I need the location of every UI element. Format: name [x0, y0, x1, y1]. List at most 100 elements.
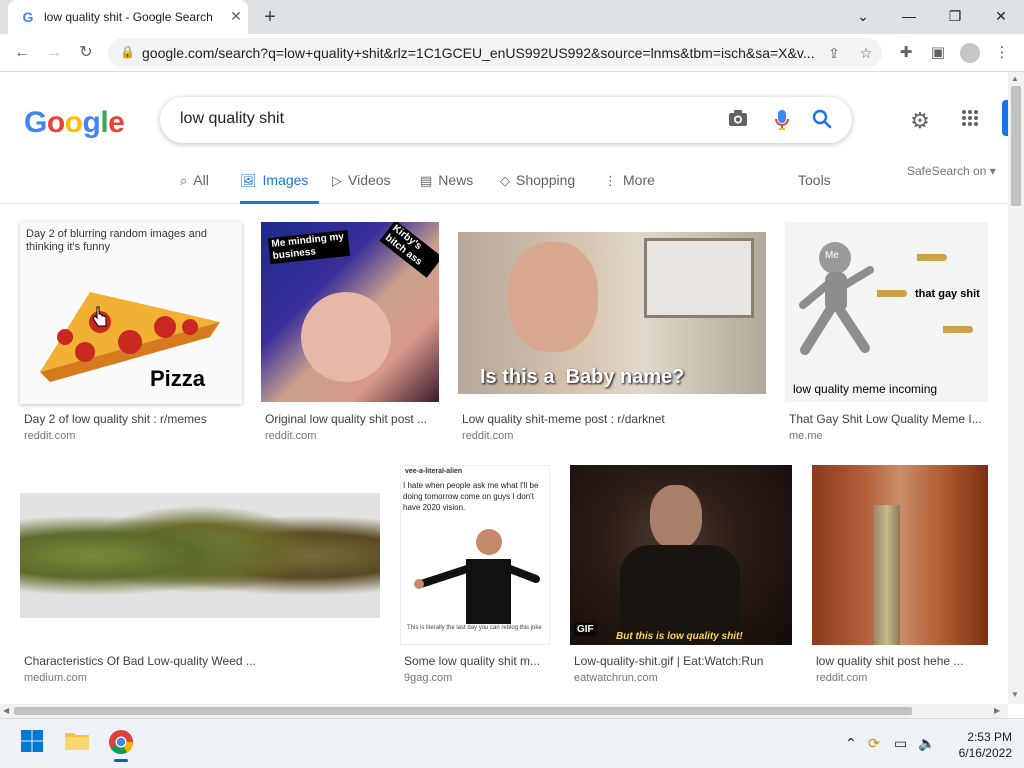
- horizontal-scrollbar[interactable]: ◀ ▶: [0, 704, 1008, 718]
- play-icon: ▷: [332, 173, 342, 188]
- result-source[interactable]: reddit.com: [265, 430, 316, 442]
- result-thumbnail[interactable]: Day 2 of blurring random images and thin…: [20, 222, 242, 404]
- result-source[interactable]: reddit.com: [462, 430, 513, 442]
- scroll-down-icon[interactable]: ▼: [1011, 690, 1019, 699]
- sync-icon[interactable]: ⟳: [868, 735, 880, 752]
- result-thumbnail[interactable]: GIF But this is low quality shit!: [570, 465, 792, 645]
- result-source[interactable]: 9gag.com: [404, 672, 452, 684]
- result-thumbnail[interactable]: Me that gay shit low quality meme incomi…: [785, 222, 988, 402]
- scroll-up-icon[interactable]: ▲: [1011, 74, 1019, 83]
- tab-all[interactable]: ⌕ All: [180, 158, 209, 204]
- search-input[interactable]: low quality shit: [160, 97, 852, 143]
- gear-icon[interactable]: ⚙: [906, 107, 934, 135]
- tools-button[interactable]: Tools: [798, 172, 831, 188]
- network-icon[interactable]: ▭: [894, 735, 907, 752]
- vertical-scrollbar[interactable]: ▲ ▼: [1008, 72, 1024, 704]
- back-arrow-icon[interactable]: ←: [10, 41, 34, 65]
- forward-arrow-icon[interactable]: →: [42, 41, 66, 65]
- result-thumbnail[interactable]: [812, 465, 988, 645]
- thumb-caption-text: But this is low quality shit!: [616, 631, 743, 642]
- image-result[interactable]: GIF But this is low quality shit! Low-qu…: [570, 465, 792, 687]
- file-explorer-icon[interactable]: [64, 729, 92, 757]
- horizontal-scroll-thumb[interactable]: [14, 707, 912, 715]
- url-text[interactable]: google.com/search?q=low+quality+shit&rlz…: [142, 45, 822, 61]
- new-tab-button[interactable]: +: [258, 6, 282, 28]
- image-result[interactable]: Characteristics Of Bad Low-quality Weed …: [20, 465, 380, 687]
- tab-shopping[interactable]: ◇ Shopping: [500, 158, 575, 204]
- volume-icon[interactable]: 🔈: [918, 735, 935, 752]
- chevron-up-icon[interactable]: ⌃: [845, 735, 857, 752]
- vertical-scroll-thumb[interactable]: [1011, 86, 1021, 206]
- safesearch-toggle[interactable]: SafeSearch on ▾: [907, 164, 996, 178]
- result-title[interactable]: Low quality shit-meme post : r/darknet: [462, 412, 665, 426]
- thumb-caption-bottom: This is literally the last day you can r…: [407, 625, 542, 631]
- tab-more[interactable]: ⋮ More: [604, 158, 655, 204]
- result-source[interactable]: reddit.com: [24, 430, 75, 442]
- bookmark-star-icon[interactable]: ☆: [856, 43, 876, 63]
- monolith-shape: [874, 505, 900, 645]
- lock-icon[interactable]: 🔒: [120, 45, 135, 59]
- chrome-menu-icon[interactable]: ⋮: [990, 41, 1014, 65]
- scroll-left-icon[interactable]: ◀: [3, 706, 9, 715]
- extensions-puzzle-icon[interactable]: ✚: [894, 41, 918, 65]
- clock-date: 6/16/2022: [958, 746, 1012, 760]
- result-source[interactable]: me.me: [789, 430, 823, 442]
- restore-button[interactable]: ❐: [932, 4, 978, 28]
- clock-time: 2:53 PM: [967, 730, 1012, 744]
- result-title[interactable]: Some low quality shit m...: [404, 654, 540, 668]
- bullet-shape: [943, 326, 973, 333]
- logo-letter: o: [46, 106, 65, 139]
- system-clock[interactable]: 2:53 PM 6/16/2022: [959, 729, 1012, 761]
- tab-images[interactable]: 🖼 Images: [240, 158, 319, 204]
- logo-letter: G: [24, 106, 47, 139]
- camera-lens-icon[interactable]: [726, 109, 750, 133]
- image-result[interactable]: vee-a-literal-alien I hate when people a…: [400, 465, 550, 687]
- tab-search-chevron-icon[interactable]: ⌄: [840, 4, 886, 28]
- result-source[interactable]: eatwatchrun.com: [574, 672, 658, 684]
- close-window-button[interactable]: ✕: [978, 4, 1024, 28]
- microphone-icon[interactable]: [770, 109, 794, 133]
- result-title[interactable]: low quality shit post hehe ...: [816, 654, 963, 668]
- tab-close-icon[interactable]: ✕: [228, 8, 244, 24]
- tab-title: low quality shit - Google Search: [44, 10, 213, 24]
- share-icon[interactable]: ⇪: [824, 43, 844, 63]
- tab-videos[interactable]: ▷ Videos: [332, 158, 391, 204]
- search-query-text[interactable]: low quality shit: [180, 110, 284, 128]
- result-title[interactable]: That Gay Shit Low Quality Meme I...: [789, 412, 982, 426]
- thumb-me-text: Me: [825, 250, 839, 261]
- windows-start-icon[interactable]: [20, 729, 48, 757]
- thumb-caption-left: Me minding my business: [267, 229, 351, 265]
- search-icon[interactable]: [810, 109, 834, 133]
- reload-icon[interactable]: ↻: [74, 41, 98, 65]
- address-bar[interactable]: 🔒 google.com/search?q=low+quality+shit&r…: [108, 38, 882, 68]
- image-result[interactable]: low quality shit post hehe ... reddit.co…: [812, 465, 988, 687]
- thumb-username: vee-a-literal-alien: [405, 468, 463, 475]
- logo-letter: e: [108, 106, 125, 139]
- profile-avatar-icon[interactable]: [958, 41, 982, 65]
- result-title[interactable]: Day 2 of low quality shit : r/memes: [24, 412, 207, 426]
- image-result[interactable]: Is this a Baby name? Low quality shit-me…: [458, 222, 766, 442]
- tab-more-label: More: [623, 172, 655, 188]
- result-thumbnail[interactable]: vee-a-literal-alien I hate when people a…: [400, 465, 550, 645]
- google-apps-grid-icon[interactable]: [956, 107, 984, 135]
- image-result[interactable]: Me that gay shit low quality meme incomi…: [785, 222, 988, 442]
- result-thumbnail[interactable]: Is this a Baby name?: [458, 232, 766, 394]
- result-thumbnail[interactable]: [20, 493, 380, 618]
- chrome-icon[interactable]: [108, 729, 136, 762]
- minimize-button[interactable]: —: [886, 4, 932, 28]
- result-title[interactable]: Original low quality shit post ...: [265, 412, 427, 426]
- result-title[interactable]: Low-quality-shit.gif | Eat:Watch:Run: [574, 654, 763, 668]
- side-panel-icon[interactable]: ▣: [926, 41, 950, 65]
- browser-tab[interactable]: G low quality shit - Google Search ✕: [8, 0, 248, 34]
- thumb-caption-text: Day 2 of blurring random images and thin…: [26, 228, 207, 253]
- google-logo[interactable]: Google: [24, 106, 125, 140]
- image-result[interactable]: Day 2 of blurring random images and thin…: [20, 222, 242, 442]
- result-thumbnail[interactable]: Me minding my business Kirby's bitch ass: [261, 222, 439, 402]
- result-source[interactable]: reddit.com: [816, 672, 867, 684]
- result-title[interactable]: Characteristics Of Bad Low-quality Weed …: [24, 654, 256, 668]
- tab-news[interactable]: ▤ News: [420, 158, 473, 204]
- thumb-caption-right: Kirby's bitch ass: [379, 222, 439, 278]
- scroll-right-icon[interactable]: ▶: [994, 706, 1000, 715]
- image-result[interactable]: Me minding my business Kirby's bitch ass…: [261, 222, 439, 442]
- result-source[interactable]: medium.com: [24, 672, 87, 684]
